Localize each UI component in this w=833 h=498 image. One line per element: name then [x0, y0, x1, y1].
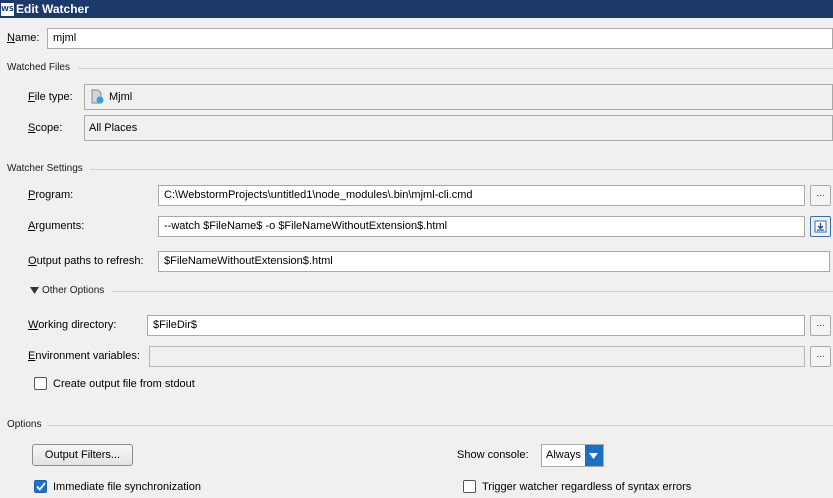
- output-paths-label: Output paths to refresh:: [28, 255, 144, 267]
- show-console-value: Always: [546, 449, 581, 461]
- immediate-sync-checkbox[interactable]: [34, 480, 47, 493]
- env-vars-label: Environment variables:: [28, 350, 140, 362]
- other-options-label: Other Options: [42, 285, 105, 296]
- watcher-settings-separator: [90, 169, 833, 170]
- working-dir-label-rest: orking directory:: [38, 319, 117, 331]
- watched-files-separator: [78, 68, 833, 69]
- options-section-title: Options: [7, 419, 42, 430]
- scope-label-rest: cope:: [35, 122, 63, 134]
- file-type-label-rest: ile type:: [34, 91, 73, 103]
- immediate-sync-label: Immediate file synchronization: [53, 480, 201, 493]
- trigger-watcher-label: Trigger watcher regardless of syntax err…: [482, 480, 692, 493]
- scope-combo[interactable]: All Places: [84, 115, 833, 141]
- name-input[interactable]: mjml: [47, 28, 833, 49]
- mjml-file-icon: [91, 89, 104, 104]
- webstorm-logo-icon: WS: [1, 2, 14, 16]
- options-separator: [48, 425, 833, 426]
- env-vars-input[interactable]: [149, 346, 805, 367]
- create-output-checkbox[interactable]: [34, 377, 47, 390]
- show-console-label: Show console:: [457, 449, 529, 461]
- working-dir-input[interactable]: $FileDir$: [147, 315, 805, 336]
- program-label-rest: rogram:: [35, 189, 74, 201]
- scope-label: Scope:: [28, 122, 63, 134]
- program-input[interactable]: C:\WebstormProjects\untitled1\node_modul…: [158, 185, 805, 206]
- chevron-down-icon[interactable]: [584, 445, 603, 466]
- name-label-rest: ame:: [14, 32, 40, 44]
- create-output-label: Create output file from stdout: [53, 377, 195, 390]
- other-options-separator: [112, 291, 833, 292]
- env-vars-label-rest: nvironment variables:: [35, 350, 140, 362]
- arguments-label: Arguments:: [28, 220, 85, 232]
- file-type-value: Mjml: [109, 91, 133, 103]
- env-vars-browse-button[interactable]: ...: [810, 346, 831, 367]
- arguments-label-rest: rguments:: [35, 220, 85, 232]
- trigger-watcher-checkbox[interactable]: [463, 480, 476, 493]
- window-titlebar: WS Edit Watcher: [0, 0, 833, 18]
- watched-files-section-title: Watched Files: [7, 62, 70, 73]
- output-filters-button[interactable]: Output Filters...: [32, 444, 133, 466]
- program-label: Program:: [28, 189, 74, 201]
- immediate-sync-checkbox-row[interactable]: Immediate file synchronization: [34, 480, 201, 493]
- output-paths-input[interactable]: $FileNameWithoutExtension$.html: [158, 251, 830, 272]
- show-console-select[interactable]: Always: [541, 444, 604, 467]
- output-paths-label-rest: utput paths to refresh:: [36, 255, 144, 267]
- file-type-label: File type:: [28, 91, 73, 103]
- file-type-combo[interactable]: Mjml: [84, 84, 833, 110]
- scope-value: All Places: [89, 122, 138, 134]
- create-output-checkbox-row[interactable]: Create output file from stdout: [34, 377, 195, 390]
- insert-macro-button[interactable]: [810, 216, 831, 237]
- collapse-triangle-icon: [30, 286, 39, 294]
- window-title: Edit Watcher: [16, 2, 89, 16]
- trigger-watcher-checkbox-row[interactable]: Trigger watcher regardless of syntax err…: [463, 480, 691, 493]
- insert-macro-icon: [814, 220, 827, 233]
- arguments-input[interactable]: --watch $FileName$ -o $FileNameWithoutEx…: [158, 216, 805, 237]
- program-browse-button[interactable]: ...: [810, 185, 831, 206]
- other-options-toggle[interactable]: Other Options: [30, 285, 104, 296]
- working-dir-browse-button[interactable]: ...: [810, 315, 831, 336]
- watcher-settings-section-title: Watcher Settings: [7, 163, 83, 174]
- name-label: Name:: [7, 32, 40, 44]
- checkmark-icon: [35, 482, 46, 491]
- working-dir-label: Working directory:: [28, 319, 117, 331]
